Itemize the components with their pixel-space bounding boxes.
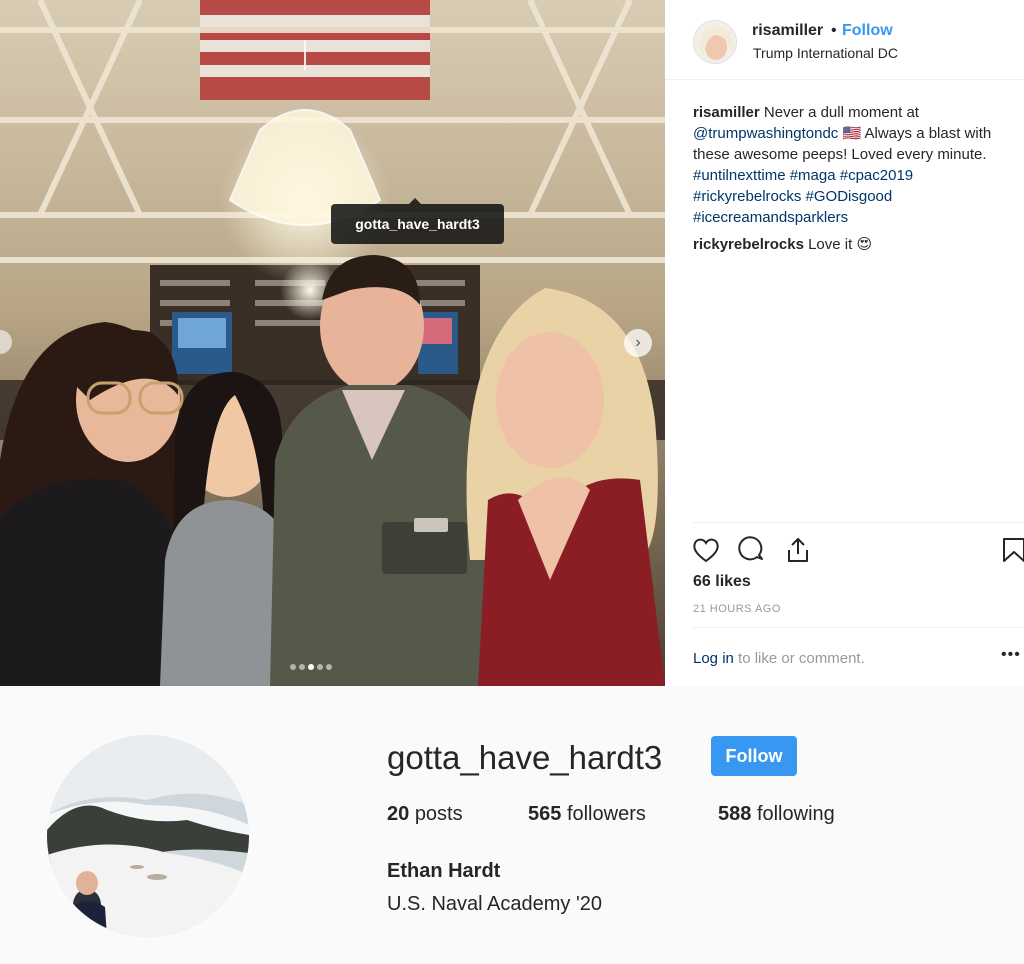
profile-full-name: Ethan Hardt: [387, 860, 501, 882]
user-tag-bubble[interactable]: gotta_have_hardt3: [331, 198, 504, 244]
followers-stat[interactable]: 565 followers: [528, 803, 646, 826]
login-prompt: Log in to like or comment.: [693, 650, 865, 667]
chevron-right-icon: ›: [635, 334, 641, 351]
carousel-next-button[interactable]: ›: [624, 329, 652, 357]
share-icon[interactable]: [783, 535, 813, 565]
caption-hashtags[interactable]: #rickyrebelrocks #GODisgood: [693, 188, 892, 205]
posts-label: posts: [414, 803, 463, 825]
more-options-icon[interactable]: •••: [1001, 646, 1021, 664]
caption-hashtags[interactable]: #untilnexttime #maga #cpac2019: [693, 167, 913, 184]
owner-avatar[interactable]: [693, 20, 737, 64]
flag-emoji: 🇺🇸: [842, 125, 862, 142]
posts-count: 20: [387, 803, 410, 825]
post-header: risamiller • Follow Trump International …: [665, 0, 1024, 80]
post-timestamp: 21 HOURS AGO: [693, 603, 781, 615]
caption-hashtags[interactable]: #icecreamandsparklers: [693, 209, 848, 226]
heart-icon[interactable]: [691, 535, 721, 565]
divider: [693, 627, 1024, 628]
comment-username[interactable]: rickyrebelrocks: [693, 236, 804, 253]
comment-item: rickyrebelrocks Love it 😍: [693, 234, 1011, 255]
comment-text: Love it: [808, 236, 853, 253]
separator-dot: •: [831, 22, 837, 39]
user-tag-label: gotta_have_hardt3: [355, 216, 480, 232]
group-photo-illustration: [0, 0, 665, 686]
carousel-dot: [326, 664, 332, 670]
profile-avatar-image: [47, 735, 249, 937]
post-caption: risamiller Never a dull moment at @trump…: [693, 102, 1011, 228]
owner-follow-link[interactable]: Follow: [842, 22, 893, 40]
owner-username[interactable]: risamiller: [752, 22, 823, 40]
profile-avatar[interactable]: [47, 735, 249, 937]
carousel-dot: [290, 664, 296, 670]
instagram-post: gotta_have_hardt3 › risamiller • Follow …: [0, 0, 1024, 686]
login-link[interactable]: Log in: [693, 650, 734, 667]
likes-count[interactable]: 66 likes: [693, 573, 751, 591]
followers-count: 565: [528, 803, 562, 825]
comment-icon[interactable]: [737, 535, 767, 565]
carousel-dot-active: [308, 664, 314, 670]
caption-username[interactable]: risamiller: [693, 104, 760, 121]
post-location[interactable]: Trump International DC: [753, 45, 898, 61]
caption-text: Never a dull moment at: [763, 104, 919, 121]
post-sidebar: risamiller • Follow Trump International …: [665, 0, 1024, 686]
carousel-dot: [299, 664, 305, 670]
caption-mention[interactable]: @trumpwashingtondc: [693, 125, 838, 142]
follow-button[interactable]: Follow: [711, 736, 797, 776]
owner-avatar-image: [694, 21, 736, 63]
login-text: to like or comment.: [738, 650, 865, 667]
profile-header: gotta_have_hardt3 Follow 20 posts 565 fo…: [0, 686, 1024, 964]
following-stat[interactable]: 588 following: [718, 803, 835, 826]
followers-label: followers: [566, 803, 646, 825]
posts-stat: 20 posts: [387, 803, 463, 826]
post-photo[interactable]: gotta_have_hardt3 ›: [0, 0, 665, 686]
carousel-dot: [317, 664, 323, 670]
heart-eyes-emoji: 😍: [856, 236, 873, 253]
bookmark-icon[interactable]: [999, 535, 1024, 565]
carousel-indicator: [290, 664, 332, 670]
following-count: 588: [718, 803, 752, 825]
divider: [693, 522, 1024, 523]
following-label: following: [756, 803, 835, 825]
profile-username: gotta_have_hardt3: [387, 739, 663, 776]
profile-bio: U.S. Naval Academy '20: [387, 893, 603, 915]
